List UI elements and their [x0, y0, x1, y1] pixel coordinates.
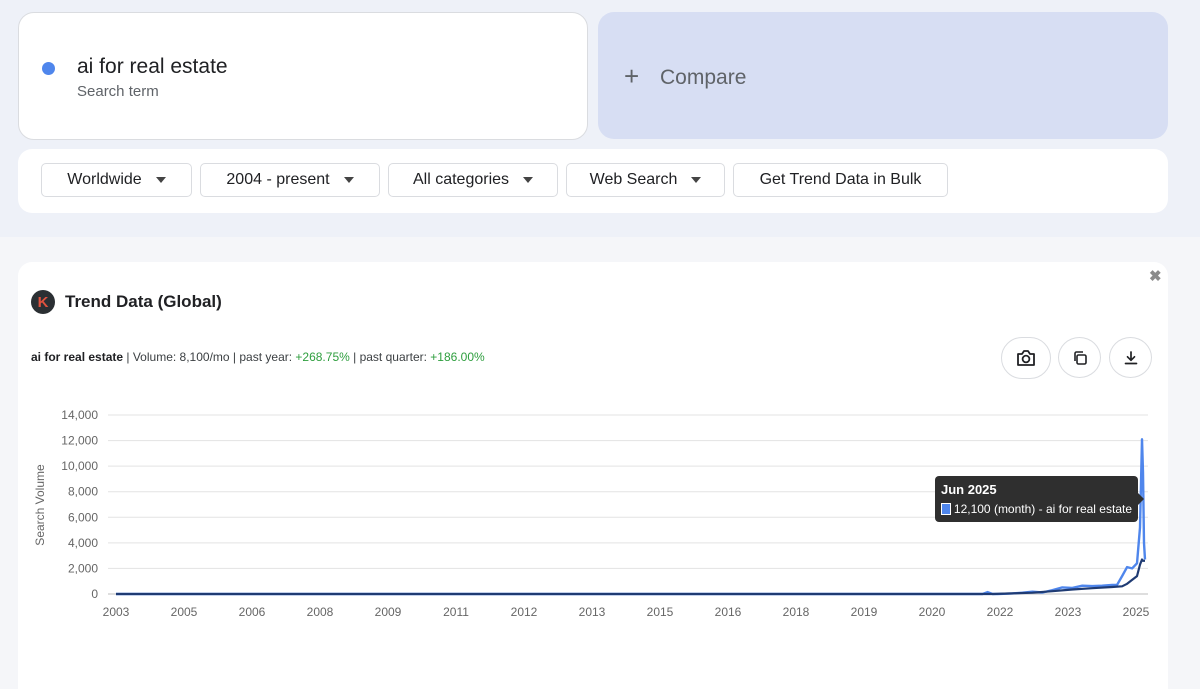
trend-chart: 0 2,000 4,000 6,000 8,000 10,000 12,000 14,000 2… — [33, 408, 1150, 619]
chart-tooltip: Jun 2025 12,100 (month) - ai for real es… — [935, 476, 1144, 522]
x-tick-label: 2018 — [783, 605, 810, 619]
x-tick-label: 2008 — [307, 605, 334, 619]
y-tick-label: 14,000 — [61, 408, 98, 422]
x-tick-label: 2012 — [511, 605, 538, 619]
x-tick-label: 2022 — [987, 605, 1014, 619]
x-tick-label: 2011 — [443, 605, 469, 619]
y-tick-label: 2,000 — [68, 561, 98, 575]
x-tick-label: 2006 — [239, 605, 266, 619]
y-tick-label: 10,000 — [61, 459, 98, 473]
y-axis-label: Search Volume — [33, 464, 47, 546]
x-tick-label: 2025 — [1123, 605, 1150, 619]
x-tick-label: 2020 — [919, 605, 946, 619]
x-tick-label: 2016 — [715, 605, 742, 619]
y-tick-label: 4,000 — [68, 536, 98, 550]
tooltip-line: 12,100 (month) - ai for real estate — [941, 502, 1132, 516]
x-tick-label: 2023 — [1055, 605, 1082, 619]
tooltip-text: 12,100 (month) - ai for real estate — [953, 502, 1132, 516]
x-tick-label: 2003 — [103, 605, 130, 619]
series-swatch — [941, 503, 951, 515]
x-tick-label: 2015 — [647, 605, 674, 619]
y-tick-label: 0 — [91, 587, 98, 601]
y-tick-label: 12,000 — [61, 434, 98, 448]
x-tick-label: 2005 — [171, 605, 198, 619]
series-line — [116, 558, 1145, 596]
x-tick-label: 2013 — [579, 605, 606, 619]
tooltip-title: Jun 2025 — [941, 482, 997, 497]
y-tick-label: 8,000 — [68, 485, 98, 499]
y-tick-label: 6,000 — [68, 510, 98, 524]
x-tick-label: 2019 — [851, 605, 878, 619]
x-tick-label: 2009 — [375, 605, 402, 619]
